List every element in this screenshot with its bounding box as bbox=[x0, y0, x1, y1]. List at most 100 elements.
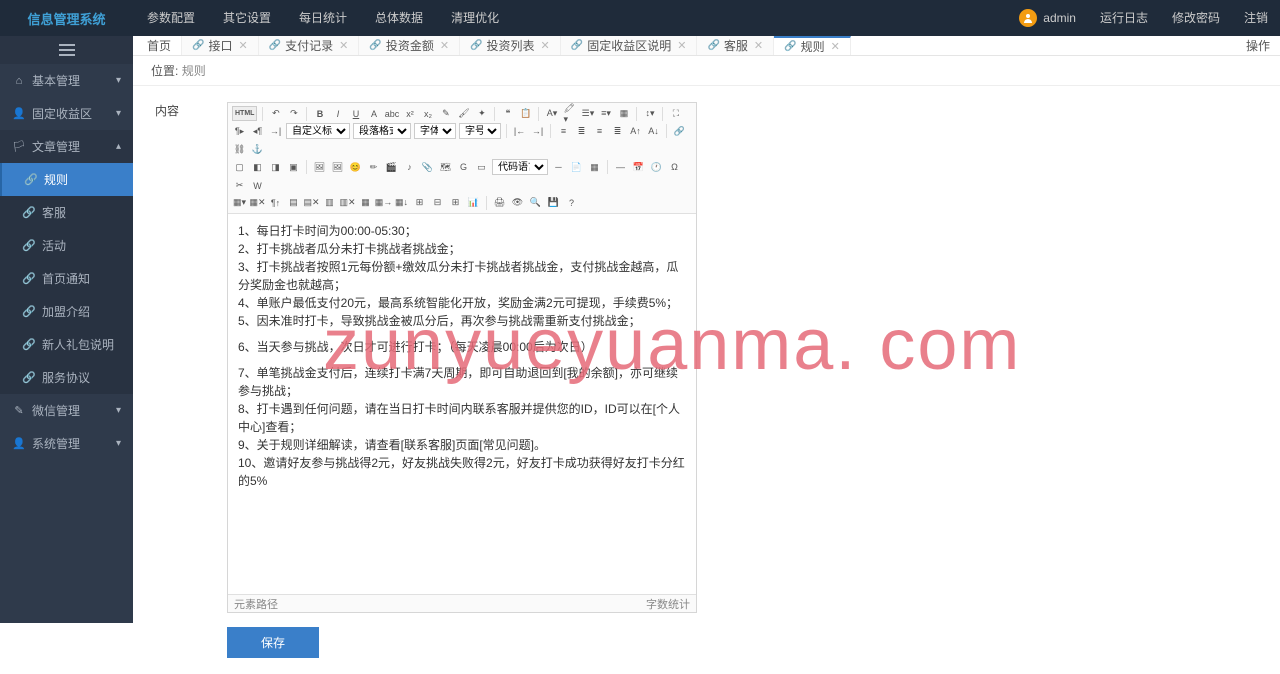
touppercase-button[interactable]: A↑ bbox=[628, 124, 643, 139]
underline-button[interactable]: U bbox=[348, 106, 363, 121]
drafts-button[interactable]: 💾 bbox=[546, 195, 561, 210]
close-icon[interactable]: ✕ bbox=[541, 39, 550, 52]
insertparagraphbefore-button[interactable]: ¶↑ bbox=[268, 195, 283, 210]
italic-button[interactable]: I bbox=[330, 106, 345, 121]
sidebar-item[interactable]: 👤固定收益区▾ bbox=[0, 97, 133, 130]
deletetable-button[interactable]: ▦✕ bbox=[250, 195, 265, 210]
bold-button[interactable]: B bbox=[312, 106, 327, 121]
autotype-button[interactable]: ✦ bbox=[474, 106, 489, 121]
sidebar-item[interactable]: 🔗新人礼包说明 bbox=[0, 328, 133, 361]
deletecol-button[interactable]: ▥✕ bbox=[340, 195, 355, 210]
frame-button[interactable]: ▭ bbox=[474, 160, 489, 175]
tab[interactable]: 🔗接口✕ bbox=[182, 36, 259, 55]
clear-format-button[interactable]: ✎ bbox=[438, 106, 453, 121]
wordimage-button[interactable]: W bbox=[250, 178, 265, 193]
para-format-select[interactable]: 段落格式 bbox=[353, 123, 411, 139]
editor-content[interactable]: 1、每日打卡时间为00:00-05:30；2、打卡挑战者瓜分未打卡挑战者挑战金；… bbox=[228, 214, 696, 594]
topnav-item[interactable]: 其它设置 bbox=[209, 0, 285, 36]
topnav-item[interactable]: 清理优化 bbox=[437, 0, 513, 36]
ol-button[interactable]: ☰▾ bbox=[580, 106, 595, 121]
insertrow-button[interactable]: ▤ bbox=[286, 195, 301, 210]
paste-plain-button[interactable]: 📋 bbox=[518, 106, 533, 121]
ltr-button[interactable]: ¶▸ bbox=[232, 124, 247, 139]
row-space-button[interactable]: ↕▾ bbox=[642, 106, 657, 121]
chart-button[interactable]: 📊 bbox=[466, 195, 481, 210]
date-button[interactable]: 📅 bbox=[631, 160, 646, 175]
tab[interactable]: 🔗客服✕ bbox=[697, 36, 774, 55]
code-lang-select[interactable]: 代码语言 bbox=[492, 159, 548, 175]
preview-button[interactable]: 👁 bbox=[510, 195, 525, 210]
help-button[interactable]: ? bbox=[564, 195, 579, 210]
search-button[interactable]: 🔍 bbox=[528, 195, 543, 210]
time-button[interactable]: 🕐 bbox=[649, 160, 664, 175]
font-size-select[interactable]: 字号 bbox=[459, 123, 501, 139]
undo-button[interactable]: ↶ bbox=[268, 106, 283, 121]
sidebar-item[interactable]: ✎微信管理▾ bbox=[0, 394, 133, 427]
map-button[interactable]: 🗺 bbox=[438, 160, 453, 175]
scrawl-button[interactable]: ✏ bbox=[366, 160, 381, 175]
superscript-button[interactable]: x² bbox=[402, 106, 417, 121]
splitcells-button[interactable]: ⊞ bbox=[412, 195, 427, 210]
splitrows-button[interactable]: ⊟ bbox=[430, 195, 445, 210]
print-button[interactable]: 🖨 bbox=[492, 195, 507, 210]
sidebar-item[interactable]: 🔗活动 bbox=[0, 229, 133, 262]
image-left-button[interactable]: ◧ bbox=[250, 160, 265, 175]
indent-button[interactable]: →| bbox=[268, 124, 283, 139]
close-icon[interactable]: ✕ bbox=[831, 40, 840, 53]
font-border-button[interactable]: A bbox=[366, 106, 381, 121]
strike-button[interactable]: abc bbox=[384, 106, 399, 121]
topnav-item[interactable]: 每日统计 bbox=[285, 0, 361, 36]
tab[interactable]: 🔗投资金额✕ bbox=[359, 36, 460, 55]
topright-link[interactable]: 修改密码 bbox=[1160, 0, 1232, 36]
close-icon[interactable]: ✕ bbox=[440, 39, 449, 52]
insert-image-button[interactable]: 🖼 bbox=[312, 160, 327, 175]
image-none-button[interactable]: ▢ bbox=[232, 160, 247, 175]
topnav-item[interactable]: 总体数据 bbox=[361, 0, 437, 36]
close-icon[interactable]: ✕ bbox=[677, 39, 686, 52]
fullscreen-button[interactable]: ⛶ bbox=[668, 106, 683, 121]
redo-button[interactable]: ↷ bbox=[286, 106, 301, 121]
background-button[interactable]: ▦ bbox=[587, 160, 602, 175]
close-icon[interactable]: ✕ bbox=[339, 39, 348, 52]
sidebar-item[interactable]: 🔗客服 bbox=[0, 196, 133, 229]
sidebar-toggle[interactable] bbox=[0, 36, 133, 64]
template-button[interactable]: 📄 bbox=[569, 160, 584, 175]
mergecells-button[interactable]: ▦ bbox=[358, 195, 373, 210]
forecolor-button[interactable]: A▾ bbox=[544, 106, 559, 121]
sidebar-item[interactable]: ⌂基本管理▾ bbox=[0, 64, 133, 97]
ul-button[interactable]: ≡▾ bbox=[598, 106, 613, 121]
topnav-item[interactable]: 参数配置 bbox=[133, 0, 209, 36]
music-button[interactable]: ♪ bbox=[402, 160, 417, 175]
format-brush-button[interactable]: 🖌 bbox=[456, 106, 471, 121]
topright-link[interactable]: 运行日志 bbox=[1088, 0, 1160, 36]
tab-operations[interactable]: 操作 bbox=[1236, 36, 1280, 55]
align-left-button[interactable]: ≡ bbox=[556, 124, 571, 139]
html-source-button[interactable]: HTML bbox=[232, 106, 257, 121]
gmap-button[interactable]: G bbox=[456, 160, 471, 175]
tab[interactable]: 🔗固定收益区说明✕ bbox=[561, 36, 698, 55]
hr-button[interactable]: — bbox=[613, 160, 628, 175]
rtl-button[interactable]: ◂¶ bbox=[250, 124, 265, 139]
insert-multi-image-button[interactable]: 🖼 bbox=[330, 160, 345, 175]
align-justify-button[interactable]: ≣ bbox=[610, 124, 625, 139]
pagebreak-button[interactable]: ─ bbox=[551, 160, 566, 175]
anchor-button[interactable]: ⚓ bbox=[250, 142, 265, 157]
link-button[interactable]: 🔗 bbox=[672, 124, 687, 139]
tab[interactable]: 🔗规则✕ bbox=[774, 36, 851, 55]
save-button[interactable]: 保存 bbox=[227, 627, 319, 658]
spechars-button[interactable]: Ω bbox=[667, 160, 682, 175]
close-icon[interactable]: ✕ bbox=[238, 39, 247, 52]
unlink-button[interactable]: ⛓ bbox=[232, 142, 247, 157]
align-right-button[interactable]: ≡ bbox=[592, 124, 607, 139]
image-right-button[interactable]: ◨ bbox=[268, 160, 283, 175]
topright-link[interactable]: 注销 bbox=[1232, 0, 1280, 36]
mergeright-button[interactable]: ▦→ bbox=[376, 195, 391, 210]
sidebar-item[interactable]: 🔗加盟介绍 bbox=[0, 295, 133, 328]
close-icon[interactable]: ✕ bbox=[754, 39, 763, 52]
tolowercase-button[interactable]: A↓ bbox=[646, 124, 661, 139]
table-button[interactable]: ▦▾ bbox=[232, 195, 247, 210]
word-count[interactable]: 字数统计 bbox=[646, 596, 690, 612]
quote-button[interactable]: ❝ bbox=[500, 106, 515, 121]
selectall-button[interactable]: ▦ bbox=[616, 106, 631, 121]
outdent-button[interactable]: |← bbox=[512, 124, 527, 139]
